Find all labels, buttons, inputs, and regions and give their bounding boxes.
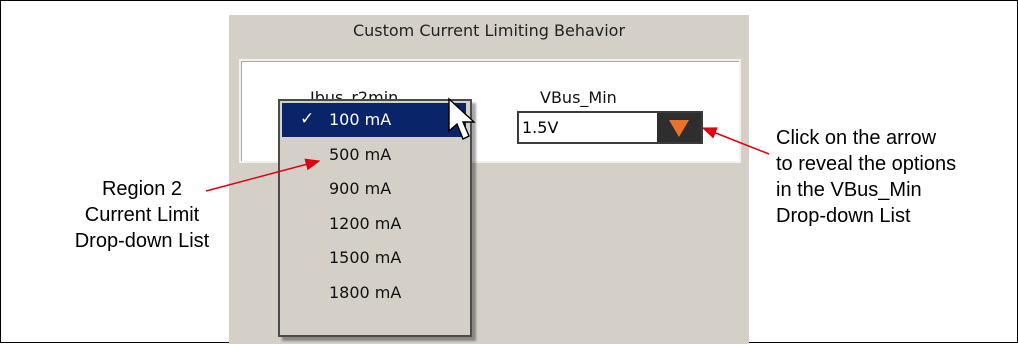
right-callout-arrow [701,127,770,155]
left-callout-arrow [205,158,321,192]
mouse-pointer-icon [448,97,476,140]
annotation-overlay [205,97,770,192]
figure-frame: Custom Current Limiting Behavior Ibus_r2… [0,0,1018,344]
